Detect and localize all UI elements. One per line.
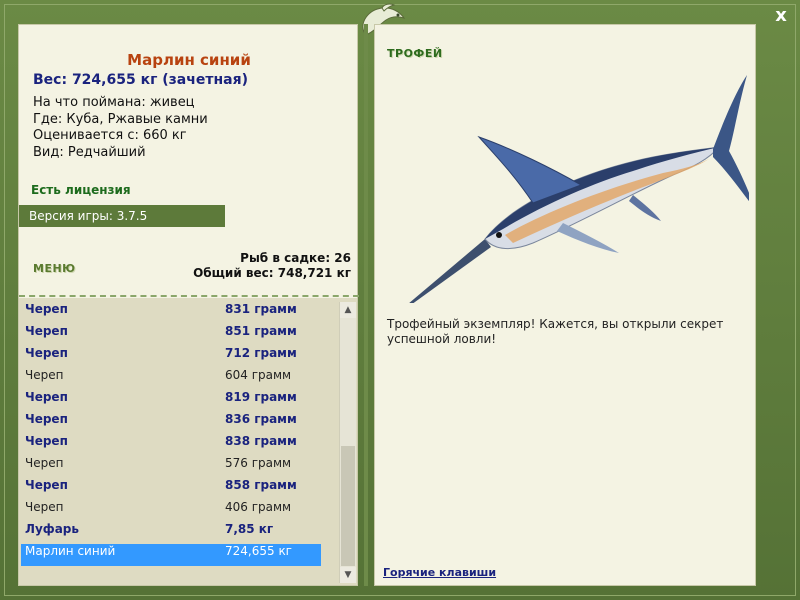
marlin-image bbox=[409, 75, 749, 303]
total-weight: Общий вес: 748,721 кг bbox=[193, 266, 351, 280]
fish-kind: Вид: Редчайший bbox=[33, 144, 146, 160]
fish-bait: На что поймана: живец bbox=[33, 95, 195, 110]
fish-name: Марлин синий bbox=[127, 51, 251, 69]
list-item[interactable]: Череп 858 грамм bbox=[21, 478, 321, 500]
fish-weight: Вес: 724,655 кг (зачетная) bbox=[33, 72, 248, 88]
list-item[interactable]: Череп 406 грамм bbox=[21, 500, 321, 522]
left-panel: Марлин синий Вес: 724,655 кг (зачетная) … bbox=[18, 24, 359, 586]
fish-info: На что поймана: живец Где: Куба, Ржавые … bbox=[33, 95, 208, 161]
license-status: Есть лицензия bbox=[31, 183, 131, 197]
scroll-up-icon[interactable]: ▲ bbox=[340, 302, 356, 318]
list-item[interactable]: Череп 851 грамм bbox=[21, 324, 321, 346]
right-panel: ТРОФЕЙ Трофейный экземпляр! Кажется, вы … bbox=[374, 24, 756, 586]
list-item[interactable]: Череп 838 грамм bbox=[21, 434, 321, 456]
list-scrollbar[interactable]: ▲ ▼ bbox=[339, 302, 356, 583]
scroll-down-icon[interactable]: ▼ bbox=[340, 567, 356, 583]
fish-count: Рыб в садке: 26 bbox=[240, 251, 351, 265]
list-item[interactable]: Череп 831 грамм bbox=[21, 302, 321, 324]
list-item[interactable]: Череп 819 грамм bbox=[21, 390, 321, 412]
fish-location: Где: Куба, Ржавые камни bbox=[33, 111, 208, 127]
list-item[interactable]: Череп 604 грамм bbox=[21, 368, 321, 390]
game-window-frame: x Марлин синий Вес: 724,655 кг (зачетная… bbox=[0, 0, 800, 600]
fish-valued-from: Оценивается с: 660 кг bbox=[33, 128, 187, 143]
list-item[interactable]: Череп 576 грамм bbox=[21, 456, 321, 478]
hotkeys-link[interactable]: Горячие клавиши bbox=[383, 566, 496, 579]
list-item-selected[interactable]: Марлин синий 724,655 кг bbox=[21, 544, 321, 566]
dashed-divider bbox=[19, 295, 359, 297]
game-version: Версия игры: 3.7.5 bbox=[19, 205, 225, 227]
scroll-thumb[interactable] bbox=[341, 446, 355, 566]
menu-button[interactable]: МЕНЮ bbox=[33, 262, 76, 275]
trophy-description: Трофейный экземпляр! Кажется, вы открыли… bbox=[387, 317, 724, 346]
list-item[interactable]: Луфарь 7,85 кг bbox=[21, 522, 321, 544]
list-item[interactable]: Череп 836 грамм bbox=[21, 412, 321, 434]
catch-stats: Рыб в садке: 26 Общий вес: 748,721 кг bbox=[193, 251, 351, 281]
catch-list: Череп 831 грамм Череп 851 грамм Череп 712 г… bbox=[19, 298, 357, 585]
panel-divider bbox=[364, 24, 368, 586]
list-item[interactable]: Череп 712 грамм bbox=[21, 346, 321, 368]
close-icon[interactable]: x bbox=[772, 6, 790, 26]
